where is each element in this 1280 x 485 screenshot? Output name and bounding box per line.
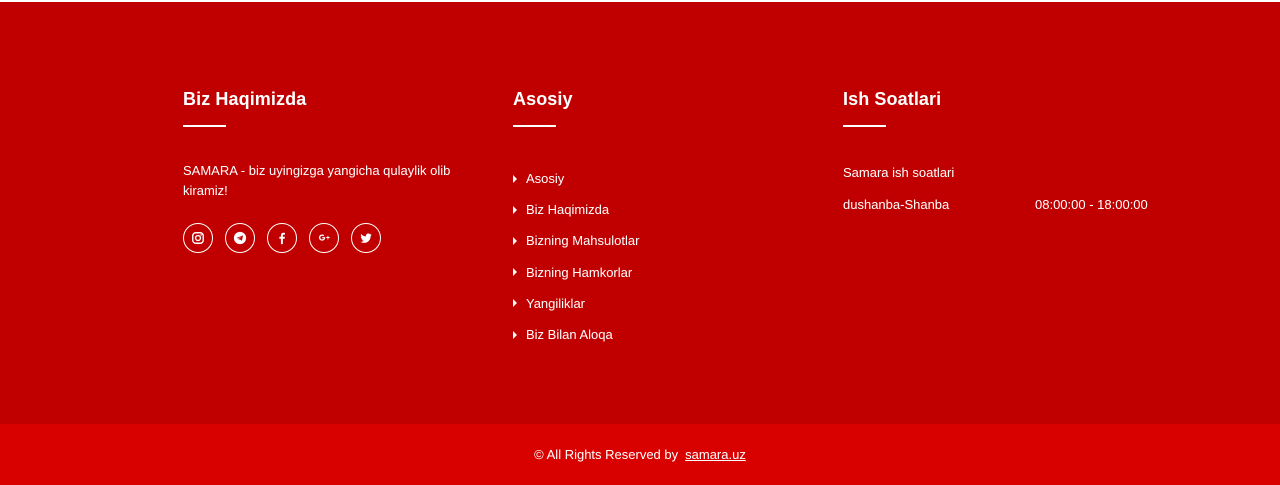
facebook-link[interactable] [267,223,297,253]
footer-link-label: Biz Bilan Aloqa [526,327,613,343]
footer-link-label: Bizning Hamkorlar [526,264,633,280]
hours-row: dushanba-Shanba 08:00:00 - 18:00:00 [843,197,1163,212]
hours-day: dushanba-Shanba [843,197,950,212]
footer-link-label: Bizning Mahsulotlar [526,233,640,249]
footer-bottom-bar: © All Rights Reserved by samara.uz [0,424,1280,485]
title-underline [183,125,226,127]
facebook-icon [275,231,289,245]
telegram-link[interactable] [225,223,255,253]
hours-time: 08:00:00 - 18:00:00 [1035,197,1148,212]
about-column: Biz Haqimizda SAMARA - biz uyingizga yan… [183,88,483,253]
instagram-icon [191,231,205,245]
google-plus-link[interactable] [309,223,339,253]
twitter-icon [359,231,373,245]
footer-nav: Asosiy Biz Haqimizda Bizning Mahsulotlar… [513,163,813,350]
caret-right-icon [513,299,517,308]
footer-main: Biz Haqimizda SAMARA - biz uyingizga yan… [0,0,1280,424]
footer-link-label: Yangiliklar [526,295,586,311]
about-title: Biz Haqimizda [183,89,307,109]
caret-right-icon [513,268,517,277]
twitter-link[interactable] [351,223,381,253]
title-underline [513,125,556,127]
hours-column: Ish Soatlari Samara ish soatlari dushanb… [843,88,1163,212]
footer-link-label: Biz Haqimizda [526,202,610,218]
footer-link-hamkorlar[interactable]: Bizning Hamkorlar [513,257,813,288]
footer-link-biz-haqimizda[interactable]: Biz Haqimizda [513,194,813,225]
caret-right-icon [513,174,517,183]
links-column: Asosiy Asosiy Biz Haqimizda Bizning Mahs… [513,88,813,350]
hours-subtitle: Samara ish soatlari [843,165,955,180]
links-title: Asosiy [513,89,573,109]
footer-link-yangiliklar[interactable]: Yangiliklar [513,288,813,319]
google-plus-icon [317,231,331,245]
about-text: SAMARA - biz uyingizga yangicha qulaylik… [183,163,451,198]
samara-link[interactable]: samara.uz [685,447,746,462]
caret-right-icon [513,205,517,214]
footer-link-label: Asosiy [526,171,565,187]
title-underline [843,125,886,127]
hours-title: Ish Soatlari [843,89,942,109]
caret-right-icon [513,330,517,339]
social-links [183,223,483,253]
footer-link-asosiy[interactable]: Asosiy [513,163,813,194]
telegram-icon [233,231,247,245]
caret-right-icon [513,236,517,245]
copyright-text: © All Rights Reserved by [534,447,679,462]
instagram-link[interactable] [183,223,213,253]
footer-link-aloqa[interactable]: Biz Bilan Aloqa [513,319,813,350]
footer-link-mahsulotlar[interactable]: Bizning Mahsulotlar [513,225,813,256]
